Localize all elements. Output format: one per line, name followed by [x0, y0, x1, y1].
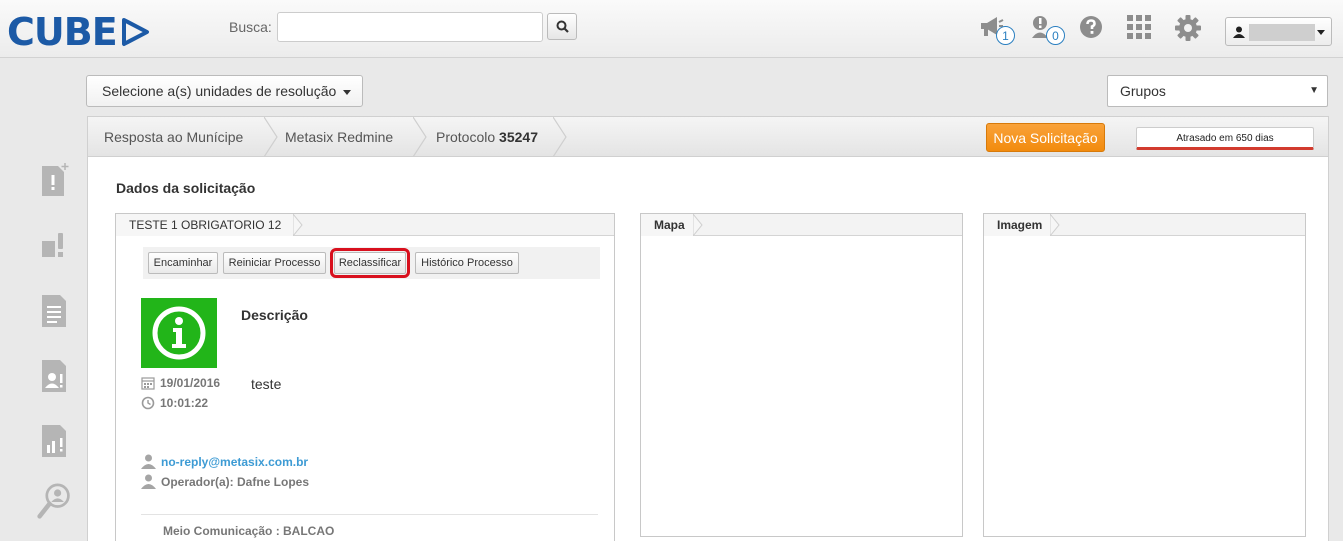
requester-email: no-reply@metasix.com.br	[141, 454, 308, 469]
communication-channel: Meio Comunicação : BALCAO	[163, 524, 335, 538]
protocol-number: 35247	[499, 129, 538, 145]
groups-select[interactable]: Grupos ▼	[1107, 75, 1328, 107]
user-icon	[141, 454, 156, 469]
notifications-button[interactable]: 1	[978, 14, 1018, 48]
search-person-icon	[37, 483, 70, 519]
map-box: Mapa	[640, 213, 963, 537]
gear-icon	[1175, 15, 1201, 41]
request-panel: Resposta ao Munícipe Metasix Redmine Pro…	[87, 116, 1329, 541]
user-icon	[141, 474, 156, 489]
help-button[interactable]	[1078, 14, 1104, 40]
map-tab[interactable]: Mapa	[641, 214, 693, 236]
description-text: teste	[251, 376, 282, 392]
info-icon	[141, 298, 217, 368]
alert-document-icon	[42, 233, 63, 257]
restart-process-button[interactable]: Reiniciar Processo	[223, 252, 326, 274]
request-tab[interactable]: TESTE 1 OBRIGATORIO 12	[116, 214, 293, 236]
document-list-icon	[42, 295, 66, 327]
app-logo[interactable]: CUBE	[7, 12, 150, 52]
breadcrumb: Resposta ao Munícipe Metasix Redmine Pro…	[88, 117, 1328, 157]
request-time: 10:01:22	[141, 396, 208, 410]
forward-button[interactable]: Encaminhar	[148, 252, 218, 274]
grid-icon	[1127, 15, 1151, 39]
search-input[interactable]	[277, 12, 543, 42]
help-icon	[1080, 16, 1102, 38]
search-icon	[556, 20, 569, 33]
new-request-button[interactable]: Nova Solicitação	[986, 123, 1105, 152]
groups-select-value: Grupos	[1120, 83, 1166, 99]
email-link[interactable]: no-reply@metasix.com.br	[161, 455, 308, 469]
apps-button[interactable]	[1126, 14, 1152, 40]
divider	[141, 514, 598, 515]
sidebar-search-person[interactable]	[36, 482, 72, 522]
user-icon	[1233, 26, 1245, 38]
user-menu[interactable]	[1225, 17, 1332, 46]
resolution-units-dropdown[interactable]: Selecione a(s) unidades de resolução	[86, 75, 363, 107]
breadcrumb-item-protocol: Protocolo 35247	[436, 129, 538, 145]
breadcrumb-item-redmine[interactable]: Metasix Redmine	[285, 117, 393, 157]
sidebar-documents[interactable]	[36, 290, 72, 330]
sidebar-report-person[interactable]	[36, 355, 72, 395]
caret-down-icon	[1317, 30, 1325, 35]
calendar-icon	[141, 377, 155, 390]
breadcrumb-separator	[413, 117, 427, 157]
notifications-badge: 1	[996, 26, 1015, 45]
alerts-button[interactable]: 0	[1030, 14, 1070, 48]
select-arrow-icon: ▼	[1309, 85, 1319, 96]
resolution-units-label: Selecione a(s) unidades de resolução	[102, 83, 337, 99]
image-tab[interactable]: Imagem	[984, 214, 1050, 236]
breadcrumb-separator	[553, 117, 567, 157]
request-date: 19/01/2016	[141, 376, 220, 390]
late-status-indicator: Atrasado em 650 dias	[1136, 127, 1314, 150]
logo-text: CUBE	[7, 10, 118, 54]
caret-down-icon	[343, 89, 352, 95]
search-label: Busca:	[229, 19, 272, 35]
logo-play-icon	[121, 18, 149, 46]
report-person-icon	[42, 360, 66, 392]
sidebar-alerts[interactable]	[36, 225, 72, 265]
request-tab-bar: TESTE 1 OBRIGATORIO 12	[116, 214, 614, 236]
settings-button[interactable]	[1174, 14, 1202, 42]
process-history-button[interactable]: Histórico Processo	[415, 252, 519, 274]
top-navbar: CUBE Busca: 1 0	[0, 0, 1343, 58]
tab-arrow	[293, 214, 303, 236]
tab-arrow	[693, 214, 703, 236]
user-name	[1249, 24, 1315, 41]
tab-arrow	[1050, 214, 1060, 236]
breadcrumb-item-resposta[interactable]: Resposta ao Munícipe	[104, 117, 243, 157]
clock-icon	[141, 396, 155, 410]
breadcrumb-separator	[264, 117, 278, 157]
alerts-badge: 0	[1046, 26, 1065, 45]
process-action-bar: Encaminhar Reiniciar Processo Reclassifi…	[143, 247, 600, 279]
sidebar-new-request[interactable]	[36, 160, 72, 200]
reclassify-button[interactable]: Reclassificar	[330, 248, 410, 278]
map-tab-bar: Mapa	[641, 214, 962, 236]
image-tab-bar: Imagem	[984, 214, 1305, 236]
sidebar-report-bar[interactable]	[36, 420, 72, 460]
search-button[interactable]	[547, 13, 577, 40]
operator-info: Operador(a): Dafne Lopes	[141, 474, 309, 489]
image-box: Imagem	[983, 213, 1306, 537]
description-label: Descrição	[241, 307, 308, 323]
request-details-box: TESTE 1 OBRIGATORIO 12 Encaminhar Reinic…	[115, 213, 615, 541]
new-document-icon	[42, 163, 69, 196]
report-chart-icon	[42, 425, 66, 457]
section-title: Dados da solicitação	[116, 180, 256, 196]
